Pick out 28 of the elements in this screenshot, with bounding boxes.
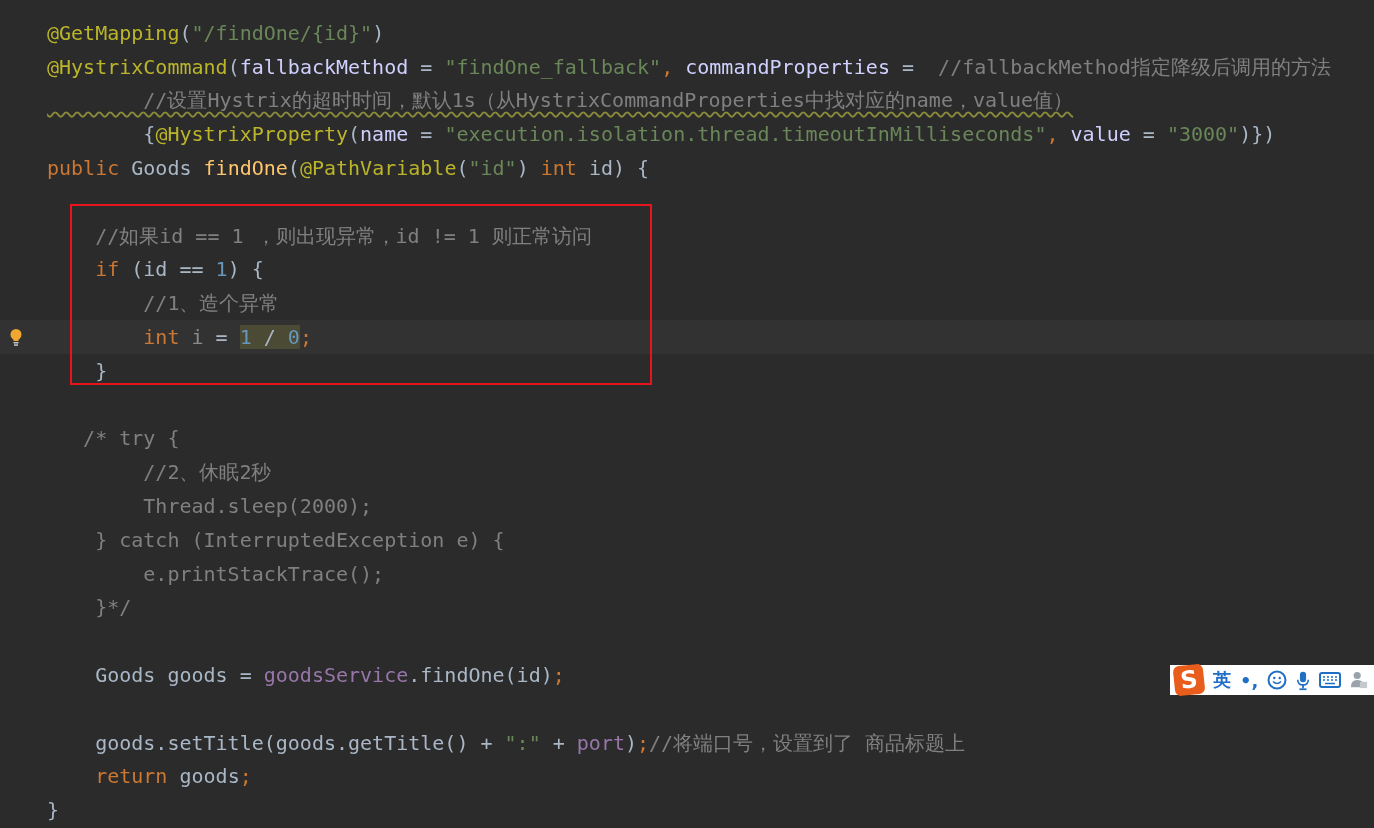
- code-line: int i = 1 / 0;: [142, 324, 312, 351]
- code-line: Goods goods = goodsService.findOne(id);: [94, 662, 565, 689]
- user-icon[interactable]: [1350, 670, 1369, 690]
- code-line: @HystrixCommand(fallbackMethod = "findOne_fallback", commandProperties = //fallbackMethod指定降级后调用的方法: [47, 53, 1331, 80]
- code-line: }*/: [94, 594, 132, 621]
- microphone-icon[interactable]: [1296, 669, 1311, 691]
- code-line: e.printStackTrace();: [142, 560, 385, 587]
- ime-logo[interactable]: S: [1172, 663, 1206, 697]
- code-line: if (id == 1) {: [94, 256, 264, 283]
- code-line: Thread.sleep(2000);: [142, 493, 373, 520]
- code-line: }: [94, 357, 108, 384]
- code-line: @GetMapping("/findOne/{id}"): [47, 19, 385, 46]
- lightbulb-icon[interactable]: [9, 328, 23, 347]
- code-line: //设置Hystrix的超时时间，默认1s（从HystrixCommandProperties中找对应的name，value值）: [142, 87, 1074, 114]
- code-line: }: [47, 797, 60, 824]
- code-line: goods.setTitle(goods.getTitle() + ":" + port);//将端口号，设置到了 商品标题上: [94, 729, 966, 756]
- keyboard-icon[interactable]: [1319, 672, 1342, 688]
- code-line: return goods;: [94, 763, 252, 790]
- code-line: //如果id == 1 ，则出现异常，id != 1 则正常访问: [94, 222, 592, 249]
- input-mode-toggle[interactable]: 英: [1213, 668, 1231, 692]
- code-line: //1、造个异常: [142, 290, 280, 317]
- code-line: } catch (InterruptedException e) {: [94, 526, 505, 553]
- emoji-icon[interactable]: [1267, 670, 1288, 690]
- punctuation-toggle[interactable]: •,: [1240, 669, 1259, 691]
- code-line: {@HystrixProperty(name = "execution.isolation.thread.timeoutInMilliseconds", value = "3000")}): [142, 121, 1276, 148]
- code-line: /* try {: [82, 425, 180, 452]
- code-line: public Goods findOne(@PathVariable("id") int id) {: [47, 155, 650, 182]
- code-line: //2、休眠2秒: [142, 459, 272, 486]
